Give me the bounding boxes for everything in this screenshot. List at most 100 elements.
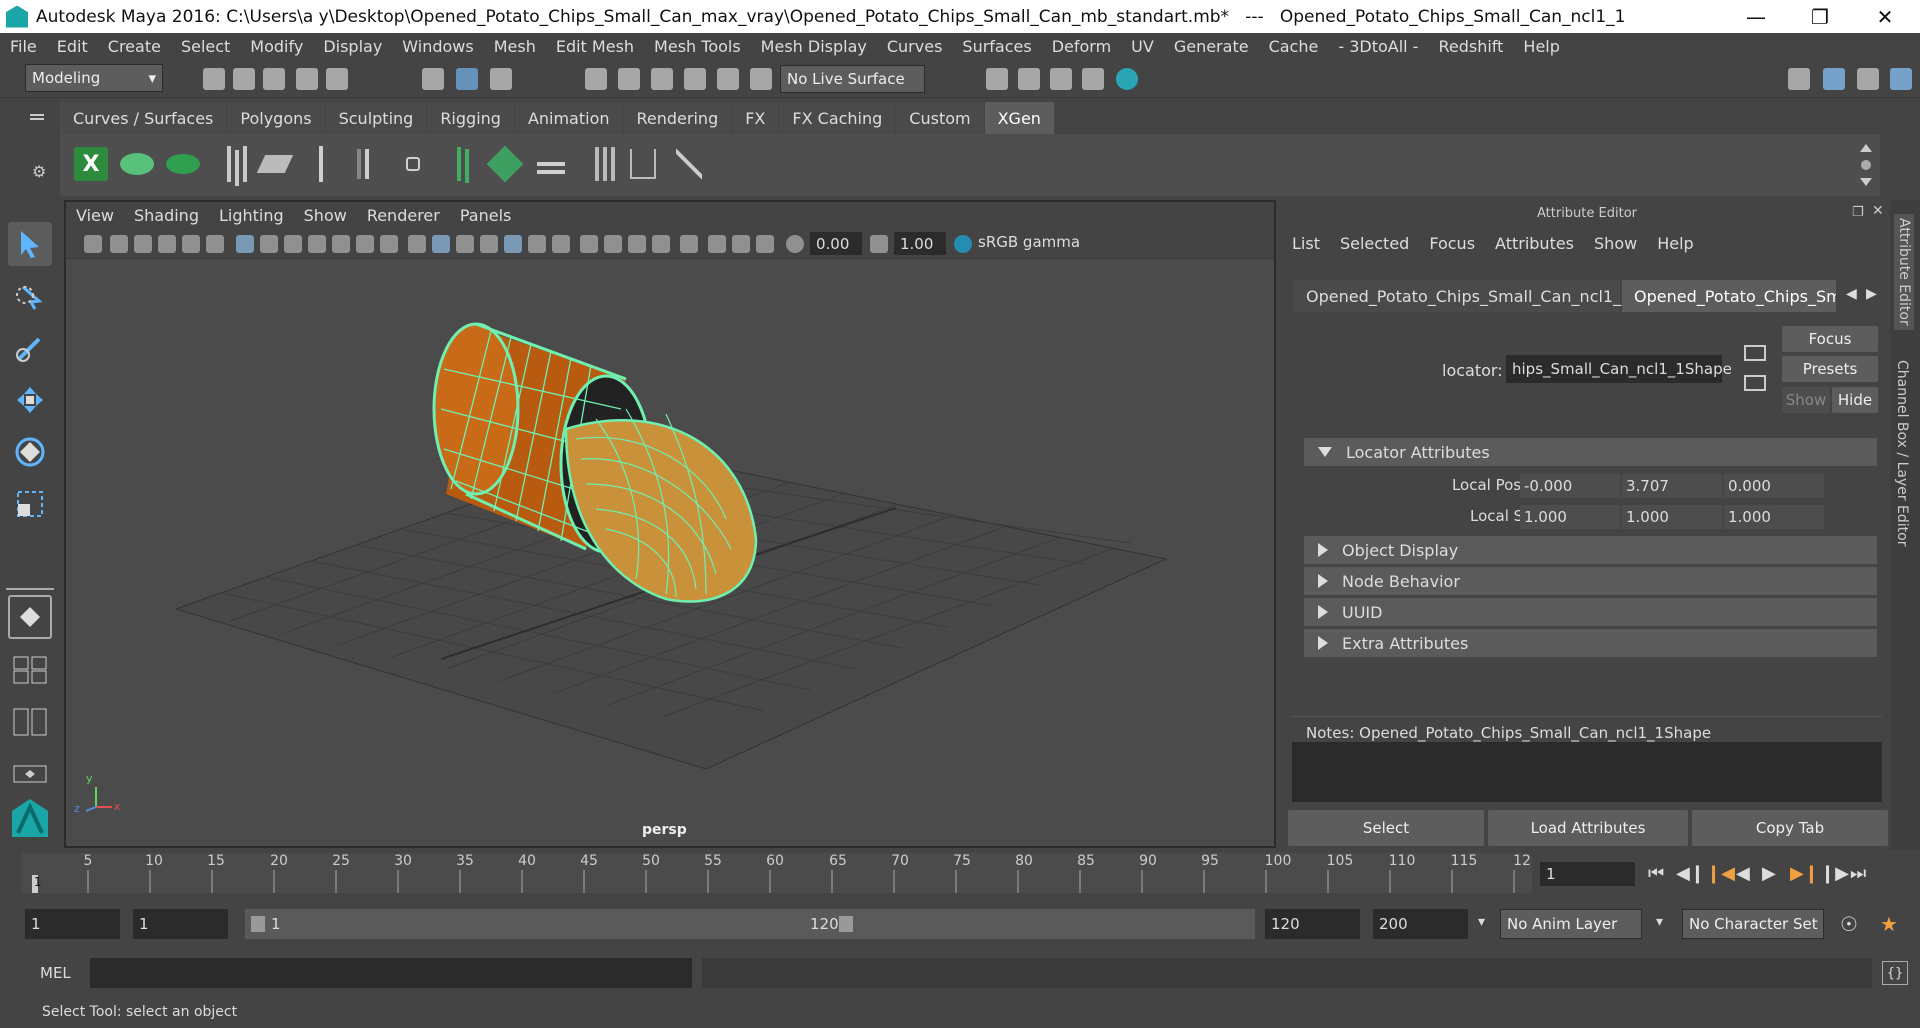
preferences-icon[interactable]: ★ [1880, 912, 1898, 936]
viewport-menu-show[interactable]: Show [294, 206, 357, 225]
field-chart-icon[interactable] [332, 235, 350, 253]
copy-tab-button[interactable]: Copy Tab [1692, 810, 1888, 846]
grid-icon[interactable] [236, 235, 254, 253]
viewport-menu-panels[interactable]: Panels [450, 206, 522, 225]
shelf-scroll[interactable] [1852, 134, 1880, 196]
anim-layer-dropdown[interactable]: No Anim Layer [1500, 909, 1642, 939]
local-scale-x-field[interactable]: 1.000 [1520, 505, 1620, 529]
xgen-lock-guides-icon[interactable] [394, 142, 432, 186]
ae-menu-show[interactable]: Show [1594, 234, 1637, 253]
new-scene-icon[interactable] [203, 68, 225, 90]
viewport-menu-renderer[interactable]: Renderer [357, 206, 450, 225]
section-locator-attributes[interactable]: Locator Attributes [1304, 438, 1877, 466]
show-button[interactable]: Show [1782, 387, 1830, 413]
x-ray-icon[interactable] [708, 235, 726, 253]
float-panel-icon[interactable]: ❐ [1852, 205, 1864, 220]
ae-menu-focus[interactable]: Focus [1429, 234, 1475, 253]
viewport-menu-view[interactable]: View [66, 206, 124, 225]
mode-dropdown[interactable]: Modeling ▾ [25, 64, 163, 92]
ae-tab-transform[interactable]: Opened_Potato_Chips_Small_Can_ncl1_1 [1294, 280, 1631, 312]
undo-icon[interactable] [296, 68, 318, 90]
section-node-behavior[interactable]: Node Behavior [1304, 567, 1877, 595]
playback-start-field[interactable]: 1 [133, 909, 228, 939]
menu-mesh-display[interactable]: Mesh Display [751, 37, 877, 56]
menu-modify[interactable]: Modify [240, 37, 313, 56]
go-to-end-icon[interactable]: ⏭ [1850, 863, 1866, 884]
exposure-icon[interactable] [786, 235, 804, 253]
shelf-tab-rendering[interactable]: Rendering [623, 102, 732, 134]
shelf-tab-polygons[interactable]: Polygons [227, 102, 325, 134]
local-scale-y-field[interactable]: 1.000 [1622, 505, 1722, 529]
start-time-field[interactable]: 1 [25, 909, 120, 939]
render-view-icon[interactable] [986, 68, 1008, 90]
live-surface-field[interactable]: No Live Surface [780, 65, 925, 93]
wireframe-icon[interactable] [408, 235, 426, 253]
bookmark-icon[interactable] [134, 235, 152, 253]
snap-magnet-icon[interactable] [750, 68, 772, 90]
end-time-field[interactable]: 200 [1373, 909, 1468, 939]
xgen-guide-shapes-icon[interactable] [440, 142, 478, 186]
menu-cache[interactable]: Cache [1259, 37, 1329, 56]
move-tool-icon[interactable] [8, 378, 52, 422]
focus-input-icon[interactable] [1744, 345, 1766, 361]
step-forward-icon[interactable]: ❙▶ [1820, 863, 1849, 884]
outliner-layout-icon[interactable] [8, 700, 52, 744]
select-button[interactable]: Select [1288, 810, 1484, 846]
scale-tool-icon[interactable] [8, 482, 52, 526]
render-frame-icon[interactable] [1018, 68, 1040, 90]
tab-scroll-right-icon[interactable]: ▶ [1866, 286, 1877, 302]
menu-windows[interactable]: Windows [392, 37, 483, 56]
menu-surfaces[interactable]: Surfaces [952, 37, 1041, 56]
range-start-handle[interactable] [251, 916, 265, 932]
xgen-editor-icon[interactable]: X [72, 142, 110, 186]
menu-curves[interactable]: Curves [877, 37, 953, 56]
color-space-label[interactable]: sRGB gamma [978, 233, 1080, 251]
tab-scroll-left-icon[interactable]: ◀ [1846, 286, 1857, 302]
select-component-icon[interactable] [490, 68, 512, 90]
shelf-settings-icon[interactable]: ⚙ [32, 162, 46, 181]
locator-name-field[interactable]: hips_Small_Can_ncl1_1Shape [1506, 355, 1732, 383]
ae-menu-list[interactable]: List [1292, 234, 1320, 253]
section-uuid[interactable]: UUID [1304, 598, 1877, 626]
xgen-toggle-guides-icon[interactable] [348, 142, 386, 186]
x-ray-joints-icon[interactable] [732, 235, 750, 253]
select-tool-icon[interactable] [8, 222, 52, 266]
2d-pan-zoom-icon[interactable] [182, 235, 200, 253]
snap-view-icon[interactable] [684, 68, 706, 90]
gamma-icon[interactable] [870, 235, 888, 253]
maya-home-icon[interactable] [8, 796, 52, 840]
textured-icon[interactable] [504, 235, 522, 253]
local-scale-z-field[interactable]: 1.000 [1724, 505, 1824, 529]
shelf-tab-fx[interactable]: FX [732, 102, 779, 134]
lights-icon[interactable] [528, 235, 546, 253]
xgen-preview-icon[interactable] [118, 142, 156, 186]
menu-display[interactable]: Display [313, 37, 392, 56]
gate-mask-icon[interactable] [308, 235, 326, 253]
image-plane-icon[interactable] [158, 235, 176, 253]
xgen-cut-icon[interactable] [624, 142, 662, 186]
default-material-icon[interactable] [456, 235, 474, 253]
step-back-icon[interactable]: ◀❙ [1676, 863, 1705, 884]
menu-redshift[interactable]: Redshift [1428, 37, 1513, 56]
ambient-occlusion-icon[interactable] [580, 235, 598, 253]
layout-shortcut-icon[interactable] [8, 752, 52, 796]
shaded-wireframe-icon[interactable] [480, 235, 498, 253]
load-attributes-button[interactable]: Load Attributes [1488, 810, 1688, 846]
menu-select[interactable]: Select [171, 37, 240, 56]
menu-mesh-tools[interactable]: Mesh Tools [644, 37, 751, 56]
motion-blur-icon[interactable] [604, 235, 622, 253]
save-scene-icon[interactable] [263, 68, 285, 90]
menu-uv[interactable]: UV [1121, 37, 1164, 56]
go-to-start-icon[interactable]: ⏮ [1648, 863, 1664, 884]
viewport-menu-lighting[interactable]: Lighting [209, 206, 294, 225]
snap-surface-icon[interactable] [717, 68, 739, 90]
ipr-render-icon[interactable] [1050, 68, 1072, 90]
xgen-guide-icon[interactable] [302, 142, 340, 186]
camera-attributes-icon[interactable] [110, 235, 128, 253]
render-settings-icon[interactable] [1082, 68, 1104, 90]
lasso-tool-icon[interactable] [8, 274, 52, 318]
menu-3dtoall[interactable]: - 3DtoAll - [1328, 37, 1428, 56]
rotate-tool-icon[interactable] [8, 430, 52, 474]
xgen-delete-icon[interactable] [670, 142, 708, 186]
section-object-display[interactable]: Object Display [1304, 536, 1877, 564]
